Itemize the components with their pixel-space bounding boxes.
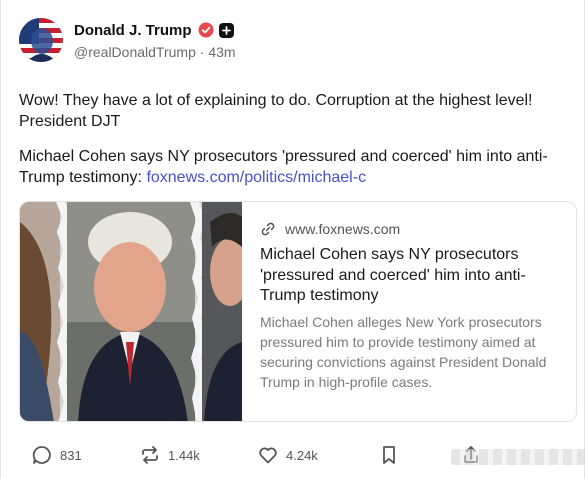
avatar[interactable] — [19, 18, 63, 62]
like-button[interactable]: 4.24k — [257, 441, 318, 469]
watermark-overlay — [451, 449, 585, 465]
reply-count: 831 — [60, 447, 82, 463]
link-preview-body: www.foxnews.com Michael Cohen says NY pr… — [260, 220, 560, 392]
post: Donald J. Trump @realDonaldTrump · 43m W… — [0, 0, 585, 479]
verified-badge-icon — [198, 22, 214, 38]
meta-separator: · — [199, 44, 205, 60]
author-handle[interactable]: @realDonaldTrump — [74, 44, 196, 60]
repost-button[interactable]: 1.44k — [139, 441, 200, 469]
post-text-secondary: Michael Cohen says NY prosecutors 'press… — [19, 146, 574, 188]
post-time[interactable]: 43m — [208, 44, 235, 60]
link-preview-title[interactable]: Michael Cohen says NY prosecutors 'press… — [260, 245, 560, 307]
link-preview-description: Michael Cohen alleges New York prosecuto… — [260, 313, 547, 390]
bookmark-icon — [383, 446, 395, 464]
link-preview-image — [20, 202, 242, 421]
link-icon — [261, 222, 275, 236]
post-header: Donald J. Trump @realDonaldTrump · 43m — [19, 18, 236, 64]
link-preview-card[interactable]: www.foxnews.com Michael Cohen says NY pr… — [19, 201, 577, 422]
post-text-primary: Wow! They have a lot of explaining to do… — [19, 92, 533, 130]
plus-badge-icon — [218, 22, 234, 38]
post-link[interactable]: foxnews.com/politics/michael-c — [146, 169, 366, 186]
reply-icon — [32, 446, 51, 464]
heart-icon — [259, 447, 277, 464]
link-preview-domain: www.foxnews.com — [285, 221, 401, 237]
repost-icon — [142, 446, 158, 464]
repost-count: 1.44k — [168, 447, 200, 463]
bookmark-button[interactable] — [379, 441, 399, 469]
author-name[interactable]: Donald J. Trump — [74, 22, 192, 39]
like-count: 4.24k — [286, 447, 318, 463]
action-bar: 831 1.44k 4.24k — [31, 441, 585, 469]
reply-button[interactable]: 831 — [31, 441, 82, 469]
